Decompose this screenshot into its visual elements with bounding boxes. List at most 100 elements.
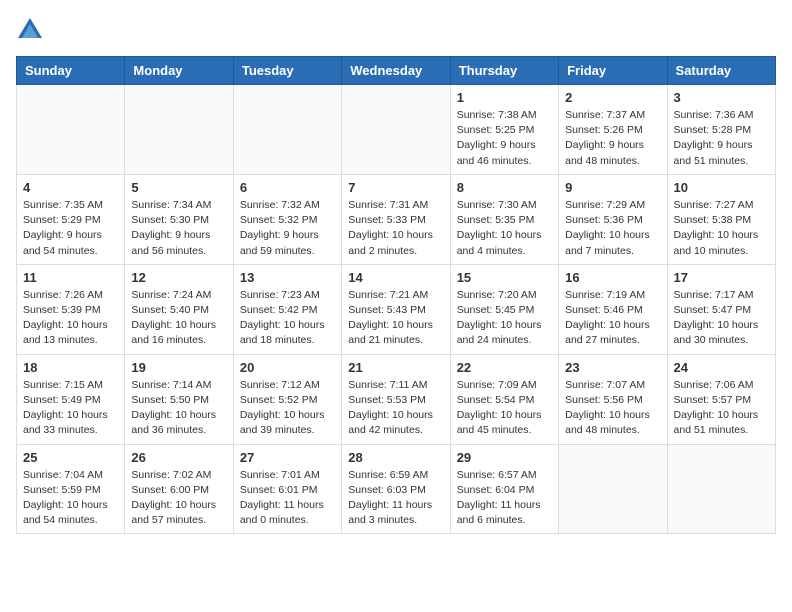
logo <box>16 16 48 44</box>
calendar-cell: 20 Sunrise: 7:12 AM Sunset: 5:52 PM Dayli… <box>233 354 341 444</box>
calendar-cell: 15 Sunrise: 7:20 AM Sunset: 5:45 PM Dayli… <box>450 264 558 354</box>
day-info: Sunrise: 7:11 AM Sunset: 5:53 PM Dayligh… <box>348 378 443 439</box>
calendar-cell: 1 Sunrise: 7:38 AM Sunset: 5:25 PM Daylig… <box>450 85 558 175</box>
day-info: Sunrise: 7:04 AM Sunset: 5:59 PM Dayligh… <box>23 468 118 529</box>
day-number: 1 <box>457 90 552 105</box>
day-info: Sunrise: 7:26 AM Sunset: 5:39 PM Dayligh… <box>23 288 118 349</box>
day-info: Sunrise: 7:01 AM Sunset: 6:01 PM Dayligh… <box>240 468 335 529</box>
day-number: 18 <box>23 360 118 375</box>
day-number: 28 <box>348 450 443 465</box>
page-header <box>16 16 776 44</box>
weekday-header-row: SundayMondayTuesdayWednesdayThursdayFrid… <box>17 57 776 85</box>
calendar-cell: 19 Sunrise: 7:14 AM Sunset: 5:50 PM Dayli… <box>125 354 233 444</box>
calendar-cell <box>559 444 667 534</box>
calendar-cell: 16Sunrise: 7:19 AM Sunset: 5:46 PM Dayli… <box>559 264 667 354</box>
calendar-cell: 24 Sunrise: 7:06 AM Sunset: 5:57 PM Dayli… <box>667 354 775 444</box>
calendar-cell: 21 Sunrise: 7:11 AM Sunset: 5:53 PM Dayli… <box>342 354 450 444</box>
day-info: Sunrise: 7:30 AM Sunset: 5:35 PM Dayligh… <box>457 198 552 259</box>
day-info: Sunrise: 7:27 AM Sunset: 5:38 PM Dayligh… <box>674 198 769 259</box>
day-info: Sunrise: 7:15 AM Sunset: 5:49 PM Dayligh… <box>23 378 118 439</box>
day-info: Sunrise: 7:37 AM Sunset: 5:26 PM Dayligh… <box>565 108 660 169</box>
calendar-cell: 6 Sunrise: 7:32 AM Sunset: 5:32 PM Daylig… <box>233 174 341 264</box>
day-number: 19 <box>131 360 226 375</box>
calendar-week-1: 1 Sunrise: 7:38 AM Sunset: 5:25 PM Daylig… <box>17 85 776 175</box>
day-info: Sunrise: 7:34 AM Sunset: 5:30 PM Dayligh… <box>131 198 226 259</box>
calendar-week-2: 4Sunrise: 7:35 AM Sunset: 5:29 PM Daylig… <box>17 174 776 264</box>
day-number: 29 <box>457 450 552 465</box>
calendar-cell <box>667 444 775 534</box>
day-number: 13 <box>240 270 335 285</box>
calendar-cell: 18 Sunrise: 7:15 AM Sunset: 5:49 PM Dayli… <box>17 354 125 444</box>
calendar-cell: 26Sunrise: 7:02 AM Sunset: 6:00 PM Dayli… <box>125 444 233 534</box>
day-number: 10 <box>674 180 769 195</box>
day-number: 20 <box>240 360 335 375</box>
calendar-cell: 10 Sunrise: 7:27 AM Sunset: 5:38 PM Dayli… <box>667 174 775 264</box>
day-number: 23 <box>565 360 660 375</box>
calendar-cell: 13 Sunrise: 7:23 AM Sunset: 5:42 PM Dayli… <box>233 264 341 354</box>
day-number: 7 <box>348 180 443 195</box>
day-number: 5 <box>131 180 226 195</box>
calendar-table: SundayMondayTuesdayWednesdayThursdayFrid… <box>16 56 776 534</box>
calendar-cell <box>233 85 341 175</box>
day-number: 22 <box>457 360 552 375</box>
day-info: Sunrise: 7:23 AM Sunset: 5:42 PM Dayligh… <box>240 288 335 349</box>
day-info: Sunrise: 7:35 AM Sunset: 5:29 PM Dayligh… <box>23 198 118 259</box>
calendar-week-5: 25 Sunrise: 7:04 AM Sunset: 5:59 PM Dayli… <box>17 444 776 534</box>
day-number: 24 <box>674 360 769 375</box>
weekday-header-saturday: Saturday <box>667 57 775 85</box>
day-number: 14 <box>348 270 443 285</box>
day-number: 6 <box>240 180 335 195</box>
day-info: Sunrise: 7:20 AM Sunset: 5:45 PM Dayligh… <box>457 288 552 349</box>
calendar-cell: 12 Sunrise: 7:24 AM Sunset: 5:40 PM Dayli… <box>125 264 233 354</box>
day-info: Sunrise: 6:57 AM Sunset: 6:04 PM Dayligh… <box>457 468 552 529</box>
calendar-cell: 28 Sunrise: 6:59 AM Sunset: 6:03 PM Dayli… <box>342 444 450 534</box>
day-number: 27 <box>240 450 335 465</box>
day-number: 17 <box>674 270 769 285</box>
day-number: 15 <box>457 270 552 285</box>
day-info: Sunrise: 7:24 AM Sunset: 5:40 PM Dayligh… <box>131 288 226 349</box>
calendar-cell: 11 Sunrise: 7:26 AM Sunset: 5:39 PM Dayli… <box>17 264 125 354</box>
day-info: Sunrise: 7:21 AM Sunset: 5:43 PM Dayligh… <box>348 288 443 349</box>
weekday-header-monday: Monday <box>125 57 233 85</box>
calendar-cell <box>342 85 450 175</box>
day-info: Sunrise: 7:32 AM Sunset: 5:32 PM Dayligh… <box>240 198 335 259</box>
logo-icon <box>16 16 44 44</box>
day-number: 2 <box>565 90 660 105</box>
calendar-cell: 8 Sunrise: 7:30 AM Sunset: 5:35 PM Daylig… <box>450 174 558 264</box>
calendar-cell: 29 Sunrise: 6:57 AM Sunset: 6:04 PM Dayli… <box>450 444 558 534</box>
calendar-cell: 4Sunrise: 7:35 AM Sunset: 5:29 PM Daylig… <box>17 174 125 264</box>
calendar-cell <box>17 85 125 175</box>
weekday-header-tuesday: Tuesday <box>233 57 341 85</box>
day-number: 9 <box>565 180 660 195</box>
day-info: Sunrise: 7:06 AM Sunset: 5:57 PM Dayligh… <box>674 378 769 439</box>
day-number: 12 <box>131 270 226 285</box>
day-number: 8 <box>457 180 552 195</box>
calendar-cell: 5 Sunrise: 7:34 AM Sunset: 5:30 PM Daylig… <box>125 174 233 264</box>
day-number: 11 <box>23 270 118 285</box>
calendar-week-3: 11 Sunrise: 7:26 AM Sunset: 5:39 PM Dayli… <box>17 264 776 354</box>
calendar-cell: 25 Sunrise: 7:04 AM Sunset: 5:59 PM Dayli… <box>17 444 125 534</box>
day-info: Sunrise: 6:59 AM Sunset: 6:03 PM Dayligh… <box>348 468 443 529</box>
day-number: 21 <box>348 360 443 375</box>
day-info: Sunrise: 7:17 AM Sunset: 5:47 PM Dayligh… <box>674 288 769 349</box>
day-info: Sunrise: 7:14 AM Sunset: 5:50 PM Dayligh… <box>131 378 226 439</box>
day-info: Sunrise: 7:31 AM Sunset: 5:33 PM Dayligh… <box>348 198 443 259</box>
day-info: Sunrise: 7:38 AM Sunset: 5:25 PM Dayligh… <box>457 108 552 169</box>
calendar-cell: 7 Sunrise: 7:31 AM Sunset: 5:33 PM Daylig… <box>342 174 450 264</box>
day-info: Sunrise: 7:29 AM Sunset: 5:36 PM Dayligh… <box>565 198 660 259</box>
calendar-cell: 9 Sunrise: 7:29 AM Sunset: 5:36 PM Daylig… <box>559 174 667 264</box>
calendar-cell: 14 Sunrise: 7:21 AM Sunset: 5:43 PM Dayli… <box>342 264 450 354</box>
day-info: Sunrise: 7:02 AM Sunset: 6:00 PM Dayligh… <box>131 468 226 529</box>
calendar-cell: 23Sunrise: 7:07 AM Sunset: 5:56 PM Dayli… <box>559 354 667 444</box>
day-info: Sunrise: 7:12 AM Sunset: 5:52 PM Dayligh… <box>240 378 335 439</box>
calendar-cell: 2 Sunrise: 7:37 AM Sunset: 5:26 PM Daylig… <box>559 85 667 175</box>
day-info: Sunrise: 7:19 AM Sunset: 5:46 PM Dayligh… <box>565 288 660 349</box>
calendar-cell <box>125 85 233 175</box>
calendar-cell: 3Sunrise: 7:36 AM Sunset: 5:28 PM Daylig… <box>667 85 775 175</box>
calendar-cell: 17 Sunrise: 7:17 AM Sunset: 5:47 PM Dayli… <box>667 264 775 354</box>
weekday-header-wednesday: Wednesday <box>342 57 450 85</box>
weekday-header-sunday: Sunday <box>17 57 125 85</box>
day-number: 25 <box>23 450 118 465</box>
calendar-week-4: 18 Sunrise: 7:15 AM Sunset: 5:49 PM Dayli… <box>17 354 776 444</box>
calendar-cell: 22Sunrise: 7:09 AM Sunset: 5:54 PM Dayli… <box>450 354 558 444</box>
